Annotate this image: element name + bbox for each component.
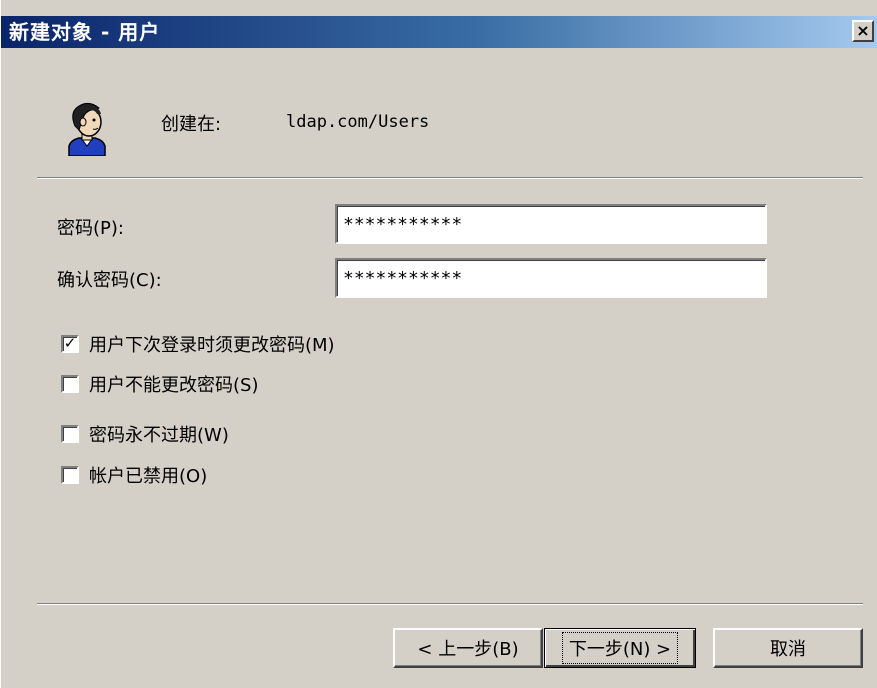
password-field[interactable]: ***********: [335, 204, 767, 244]
confirm-password-label: 确认密码(C):: [57, 270, 162, 291]
close-button[interactable]: ×: [852, 20, 874, 42]
back-button-label: < 上一步(B): [417, 639, 519, 660]
cannot-change-password-checkbox[interactable]: [61, 375, 79, 393]
password-never-expires-option[interactable]: 密码永不过期(W): [61, 421, 229, 447]
next-button[interactable]: 下一步(N) >: [544, 628, 696, 668]
cannot-change-password-option[interactable]: 用户不能更改密码(S): [61, 371, 258, 397]
cancel-button[interactable]: 取消: [713, 628, 863, 668]
account-disabled-checkbox[interactable]: [61, 466, 79, 484]
password-label: 密码(P):: [57, 218, 124, 239]
user-icon: [68, 102, 106, 156]
back-button[interactable]: < 上一步(B): [393, 628, 543, 668]
cannot-change-password-label: 用户不能更改密码(S): [89, 375, 259, 396]
must-change-password-option[interactable]: ✓ 用户下次登录时须更改密码(M): [61, 331, 335, 357]
next-button-label: 下一步(N) >: [561, 632, 679, 664]
account-disabled-label: 帐户已禁用(O): [89, 466, 208, 487]
title-bar[interactable]: 新建对象 - 用户 ×: [1, 16, 877, 48]
close-icon: ×: [856, 21, 870, 40]
top-divider: [37, 177, 863, 179]
account-disabled-option[interactable]: 帐户已禁用(O): [61, 462, 207, 488]
bottom-divider: [37, 603, 863, 605]
confirm-password-field[interactable]: ***********: [335, 258, 767, 298]
must-change-password-label: 用户下次登录时须更改密码(M): [89, 335, 335, 356]
created-in-path: ldap.com/Users: [286, 112, 430, 132]
new-user-dialog: 新建对象 - 用户 × 创建在: ldap.com/Users 密码(P): *…: [0, 0, 877, 688]
created-in-label: 创建在:: [161, 114, 222, 135]
password-never-expires-label: 密码永不过期(W): [89, 425, 229, 446]
window-title: 新建对象 - 用户: [9, 20, 161, 44]
must-change-password-checkbox[interactable]: ✓: [61, 335, 79, 353]
password-never-expires-checkbox[interactable]: [61, 425, 79, 443]
cancel-button-label: 取消: [770, 639, 806, 660]
